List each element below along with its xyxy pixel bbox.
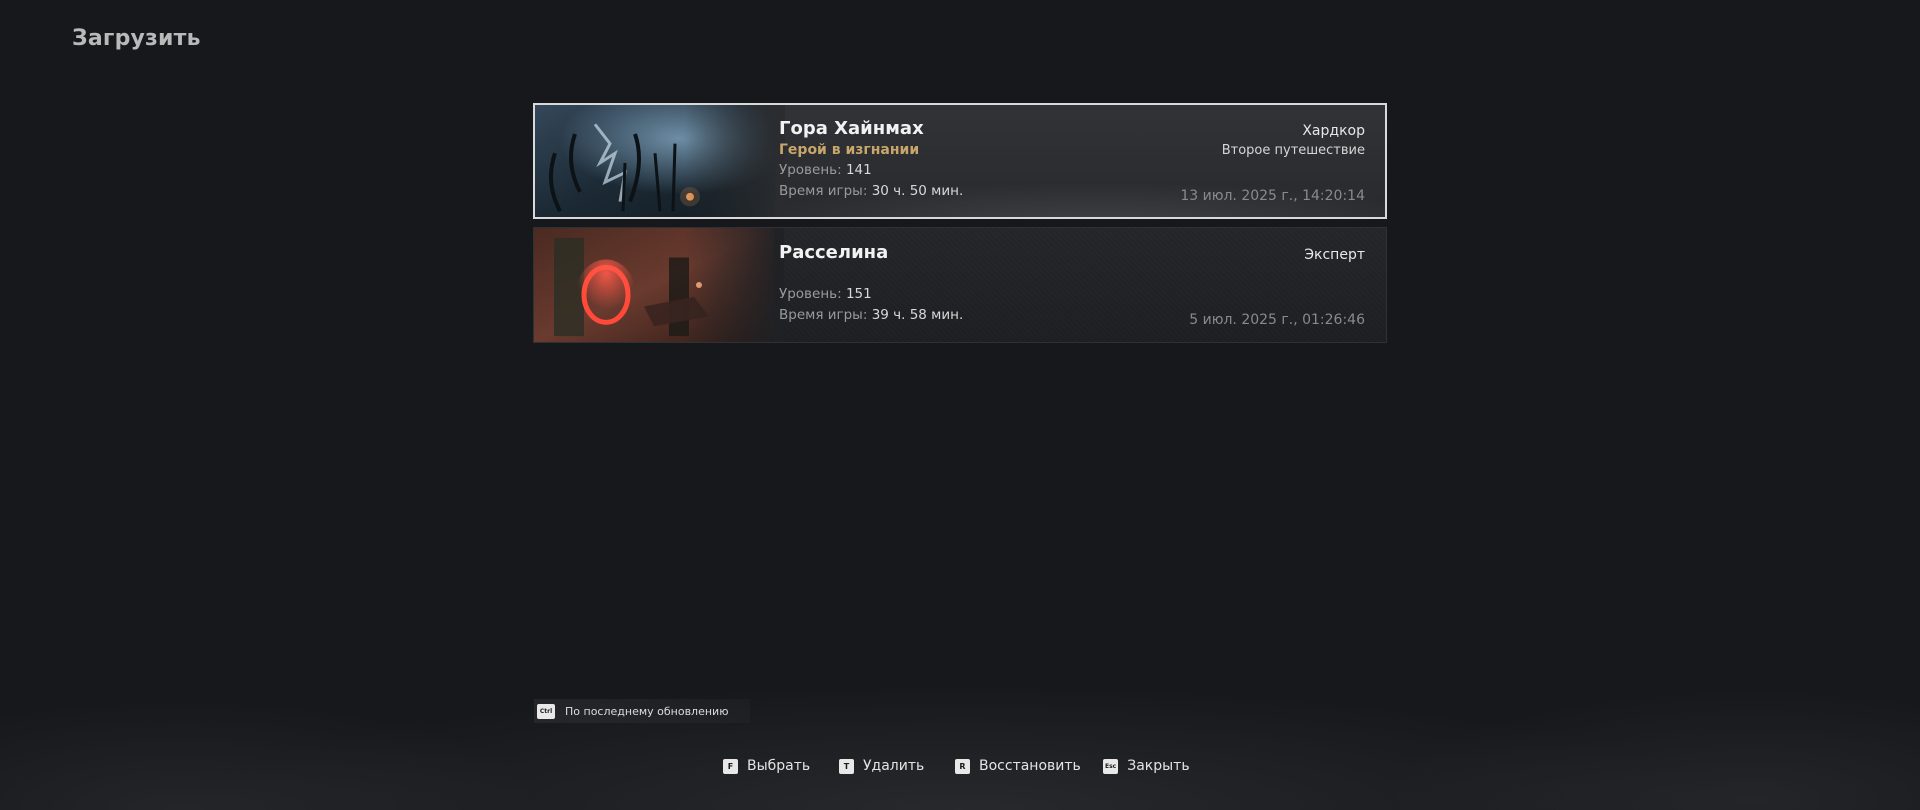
save-list: Гора Хайнмах Герой в изгнании Уровень: 1… [533,103,1387,351]
t-key-icon: T [839,758,854,774]
load-game-screen: Загрузить Гора Хайнмах Герой в изгнании … [0,0,1920,810]
playtime-label: Время игры: [779,307,868,323]
difficulty-label: Хардкор [1302,123,1365,139]
f-key-icon: F [723,758,738,774]
sort-toggle[interactable]: Ctrl По последнему обновлению [534,699,750,723]
ctrl-key-icon: Ctrl [537,703,555,719]
save-date: 5 июл. 2025 г., 01:26:46 [1189,312,1365,328]
delete-action-button[interactable]: T Удалить [839,758,924,774]
close-action-button[interactable]: Esc Закрыть [1103,758,1190,774]
playtime-value: 30 ч. 50 мин. [871,183,964,199]
save-mode-2: Эксперт [1304,245,1365,285]
thumbnail-fade [684,228,784,342]
journey-label [1304,265,1365,285]
page-title: Загрузить [72,26,201,51]
level-label: Уровень: [779,286,842,302]
level-line: Уровень: 151 [779,284,963,305]
save-slot-1[interactable]: Гора Хайнмах Герой в изгнании Уровень: 1… [533,103,1387,219]
playtime-value: 39 ч. 58 мин. [871,307,964,323]
thumbnail-fade [685,105,785,217]
restore-action-label: Восстановить [979,758,1081,774]
playtime-line: Время игры: 39 ч. 58 мин. [779,305,963,326]
level-value: 141 [845,162,872,178]
difficulty-label: Эксперт [1304,247,1365,263]
save-subtitle: Герой в изгнании [779,142,920,158]
r-key-icon: R [955,758,970,774]
playtime-label: Время игры: [779,183,868,199]
save-name: Расселина [779,242,889,263]
sort-label: По последнему обновлению [565,704,729,718]
level-line: Уровень: 141 [779,160,963,181]
save-mode-1: Хардкор Второе путешествие [1222,121,1365,161]
delete-action-label: Удалить [863,758,925,774]
save-name: Гора Хайнмах [779,118,924,139]
level-value: 151 [845,286,872,302]
playtime-line: Время игры: 30 ч. 50 мин. [779,181,963,202]
level-label: Уровень: [779,162,842,178]
save-info-2: Расселина Уровень: 151 Время игры: 39 ч.… [779,242,963,326]
save-info-1: Гора Хайнмах Герой в изгнании Уровень: 1… [779,118,963,202]
journey-label: Второе путешествие [1221,143,1365,158]
restore-action-button[interactable]: R Восстановить [955,758,1081,774]
save-slot-2[interactable]: Расселина Уровень: 151 Время игры: 39 ч.… [533,227,1387,343]
save-subtitle [779,264,963,284]
select-action-label: Выбрать [747,758,811,774]
action-bar: F Выбрать T Удалить R Восстановить Esc З… [0,758,1920,778]
close-action-label: Закрыть [1127,758,1190,774]
esc-key-icon: Esc [1103,758,1119,774]
select-action-button[interactable]: F Выбрать [723,758,810,774]
save-date: 13 июл. 2025 г., 14:20:14 [1180,188,1365,204]
